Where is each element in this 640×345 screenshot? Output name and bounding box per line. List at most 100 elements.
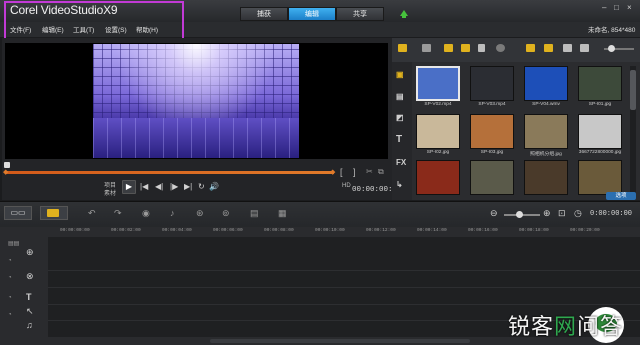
enlarge-icon[interactable]: ⧉ [378,167,384,177]
thumb-size-knob[interactable] [608,45,615,52]
play-button[interactable]: ▶ [122,180,136,194]
thumb-view-icon[interactable] [544,44,553,52]
record-capture-icon[interactable]: ◉ [142,208,150,219]
ruler-label: 00:00:12:00 [366,228,396,233]
library-thumbnail-label: SP-I02.jpg [426,150,450,155]
volume-icon[interactable]: 🔊 [209,182,219,191]
auto-music-icon[interactable]: ⊛ [196,208,204,219]
library-thumbnail-label: SP-V03.mp4 [478,102,506,107]
trim-start-icon[interactable]: ◆ [3,168,8,176]
ruler-label: 00:00:06:00 [213,228,243,233]
watermark-text-a: 锐客 [508,315,555,340]
tab-edit[interactable]: 编辑 [288,7,336,21]
tab-share[interactable]: 共享 [336,7,384,21]
library-thumbnail[interactable] [416,66,460,101]
library-thumbnail-label: SP-V02.mp4 [424,102,452,107]
library-thumbnail[interactable] [578,114,622,149]
track-visibility-icon[interactable]: ◔ [8,312,12,318]
path-icon[interactable]: ↳ [396,180,403,189]
capture-icon[interactable] [580,44,589,52]
zoom-out-icon[interactable]: ⊖ [490,208,498,219]
redo-icon[interactable]: ↷ [114,208,122,219]
prev-frame-icon[interactable]: ◀| [155,182,163,191]
timeline-timecode[interactable]: 0:00:00:00 [590,210,632,218]
ruler-label: 00:00:04:00 [162,228,192,233]
track-visibility-icon[interactable]: ◔ [8,295,12,301]
repeat-icon[interactable]: ↻ [198,182,205,191]
track-visibility-icon[interactable]: ◔ [8,258,12,264]
library-thumbnail[interactable] [416,160,460,195]
library-thumbnail-label: 照相机分组.jpg [530,152,562,157]
close-button[interactable]: × [627,3,632,12]
ruler-label: 00:00:14:00 [417,228,447,233]
list-view-icon[interactable] [526,44,535,52]
split-icon[interactable]: ✂ [366,167,373,176]
mark-in-button[interactable]: [ [340,167,343,177]
library-thumbnail[interactable] [578,66,622,101]
import-icon[interactable] [563,44,572,52]
fit-project-icon[interactable]: ⊡ [558,208,566,219]
sound-mixer-icon[interactable]: ♪ [170,208,175,218]
folder-icon[interactable] [422,44,431,52]
track-manager-icon[interactable]: ▤▤ [8,240,19,247]
media-library-icon[interactable] [398,44,407,52]
timeline-scrollbar[interactable] [210,339,470,343]
ruler-label: 00:00:02:00 [111,228,141,233]
music-track-icon[interactable]: ♫ [26,320,33,330]
library-thumbnail[interactable] [524,66,568,101]
fx-icon[interactable]: FX [396,158,406,167]
overlay-track-icon[interactable]: ⊗ [26,271,34,282]
timeline-view-button[interactable]: ▭▭ [4,206,32,220]
options-button[interactable]: 选项 [606,192,636,200]
subtitle-editor-icon[interactable]: ▤ [250,208,259,219]
watermark-text-b: 网 [554,315,578,340]
ruler-label: 00:00:16:00 [468,228,498,233]
home-icon[interactable]: |◀ [140,182,148,191]
track-visibility-icon[interactable]: ◔ [8,275,12,281]
library-thumbnail[interactable] [416,114,460,149]
watermark-text: 锐客网问答 [508,309,623,341]
trim-end-icon[interactable]: ◆ [330,168,335,176]
tab-capture[interactable]: 捕获 [240,7,288,21]
sort-icon[interactable] [496,44,505,52]
upload-icon-stem [402,15,406,18]
next-frame-icon[interactable]: |▶ [170,182,178,191]
track-divider [48,304,640,305]
media-icon[interactable]: ▣ [396,70,404,79]
library-thumbnail[interactable] [470,114,514,149]
show-photo-icon[interactable] [461,44,470,52]
title-icon[interactable]: T [396,134,402,145]
minimize-button[interactable]: – [602,3,606,12]
mode-clip-label[interactable]: 素材 [104,188,116,197]
project-info: 未命名, 854*480 [588,27,636,34]
scrubber-track[interactable] [6,171,334,174]
maximize-button[interactable]: □ [614,3,619,12]
instant-project-icon[interactable]: ▤ [396,92,404,101]
mark-out-button[interactable]: ] [353,167,356,177]
show-audio-icon[interactable] [478,44,485,52]
video-track-icon[interactable]: ⊕ [26,247,34,258]
zoom-in-icon[interactable]: ⊕ [543,208,551,219]
title-track-icon[interactable]: T [26,292,32,302]
library-thumbnail[interactable] [524,114,568,149]
end-icon[interactable]: ▶| [184,182,192,191]
ruler-label: 00:00:10:00 [315,228,345,233]
ruler-label: 00:00:00:00 [60,228,90,233]
transition-icon[interactable]: ◩ [396,113,404,122]
multi-camera-icon[interactable]: ▦ [278,208,287,219]
library-thumbnail[interactable] [470,66,514,101]
library-scrollbar-thumb[interactable] [630,70,636,110]
voice-track-icon[interactable]: ↖ [26,306,34,317]
clock-icon: ◷ [574,208,582,218]
motion-tracking-icon[interactable]: ⊚ [222,208,230,219]
ruler-label: 00:00:18:00 [519,228,549,233]
show-video-icon[interactable] [444,44,453,52]
hd-icon[interactable]: HD [342,183,351,189]
library-thumbnail[interactable] [578,160,622,195]
track-headers [0,237,49,337]
library-thumbnail[interactable] [524,160,568,195]
library-thumbnail-label: SP-I01.jpg [588,102,612,107]
library-thumbnail[interactable] [470,160,514,195]
zoom-knob[interactable] [516,211,523,218]
undo-icon[interactable]: ↶ [88,208,96,219]
